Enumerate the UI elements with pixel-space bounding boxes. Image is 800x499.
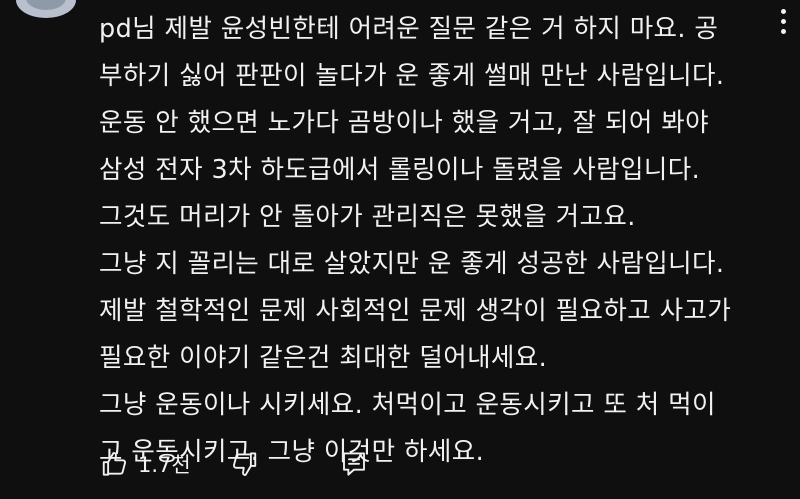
- comment-line: 부하기 싫어 판판이 놀다가 운 좋게 썰매 만난 사람입니다.: [99, 61, 725, 91]
- comment-text: pd님 제발 윤성빈한테 어려운 질문 같은 거 하지 마요. 공 부하기 싫어…: [99, 6, 779, 476]
- like-count: 1.7천: [138, 453, 191, 477]
- comment-screen: pd님 제발 윤성빈한테 어려운 질문 같은 거 하지 마요. 공 부하기 싫어…: [0, 0, 800, 499]
- comment-line: 삼성 전자 3차 하도급에서 롤링이나 돌렸을 사람입니다.: [99, 155, 701, 185]
- avatar-image: [26, 0, 66, 10]
- reply-comment-icon[interactable]: [337, 447, 371, 481]
- comment-line: 운동 안 했으면 노가다 곰방이나 했을 거고, 잘 되어 봐야: [99, 108, 709, 138]
- comment-line: 그것도 머리가 안 돌아가 관리직은 못했을 거고요.: [99, 202, 636, 232]
- comment-line: 그냥 지 꼴리는 대로 살았지만 운 좋게 성공한 사람입니다.: [99, 249, 725, 279]
- comment-line: 그냥 운동이나 시키세요. 처먹이고 운동시키고 또 처 먹이: [99, 390, 716, 420]
- menu-dot: [780, 28, 786, 34]
- thumbs-down-icon[interactable]: [227, 447, 261, 481]
- comment-line: 필요한 이야기 같은건 최대한 덜어내세요.: [99, 343, 548, 373]
- comment-line: pd님 제발 윤성빈한테 어려운 질문 같은 거 하지 마요. 공: [99, 14, 719, 44]
- comment-action-bar: 1.7천: [98, 444, 371, 484]
- avatar[interactable]: [16, 0, 76, 18]
- menu-dot: [780, 8, 786, 14]
- comment-line: 제발 철학적인 문제 사회적인 문제 생각이 필요하고 사고가: [99, 296, 732, 326]
- menu-dot: [780, 18, 786, 24]
- thumbs-up-icon[interactable]: [98, 447, 132, 481]
